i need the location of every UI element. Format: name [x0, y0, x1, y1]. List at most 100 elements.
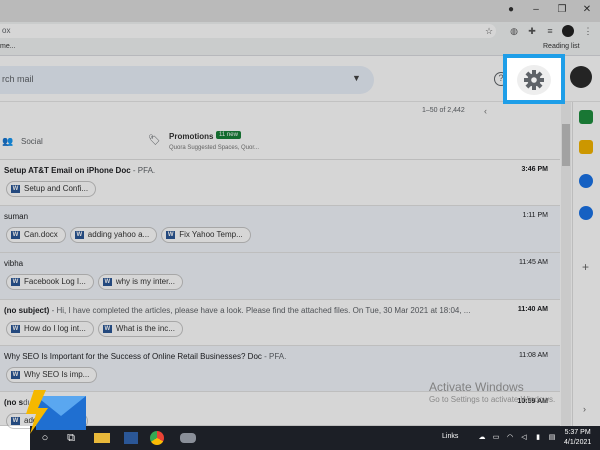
account-avatar[interactable]: [570, 66, 592, 88]
chevron-right-icon[interactable]: ›: [583, 404, 586, 414]
attachment-name: why is my inter...: [115, 277, 175, 286]
settings-highlight[interactable]: [503, 54, 565, 104]
email-subject: vibha: [4, 259, 24, 268]
attachment-chip[interactable]: Wwhy is my inter...: [97, 274, 183, 290]
scrollbar[interactable]: [561, 102, 571, 426]
word-doc-icon: W: [11, 417, 20, 425]
keep-icon[interactable]: [579, 140, 593, 154]
wifi-icon[interactable]: ◠: [506, 431, 514, 445]
email-subject: Why SEO Is Important for the Success of …: [4, 352, 262, 361]
file-explorer-icon[interactable]: [94, 433, 110, 443]
word-doc-icon: W: [166, 231, 176, 239]
attachment-name: Fix Yahoo Temp...: [179, 230, 243, 239]
chrome-app-icon[interactable]: [150, 431, 164, 445]
attachment-list: W How do I log int... W What is the inc...: [6, 321, 187, 337]
volume-icon[interactable]: ◁: [520, 431, 528, 445]
email-time: 3:46 PM: [521, 166, 548, 173]
email-summary: suman: [4, 212, 28, 221]
media-queue-icon[interactable]: ≡: [544, 25, 556, 37]
attachment-name: Setup and Confi...: [24, 184, 89, 193]
bookmark-item[interactable]: me...: [0, 43, 16, 50]
email-snippet: - PFA.: [261, 352, 287, 361]
extensions-puzzle-icon[interactable]: ✚: [526, 25, 538, 37]
add-addon-icon[interactable]: +: [582, 260, 589, 274]
attachment-chip[interactable]: W Facebook Log I...: [6, 274, 94, 290]
minimize-icon[interactable]: –: [529, 3, 543, 17]
email-time: 11:08 AM: [518, 352, 548, 359]
attachment-name: Facebook Log I...: [24, 277, 86, 286]
close-icon[interactable]: ✕: [580, 3, 594, 17]
attachment-chip[interactable]: W Can.docx: [6, 227, 66, 243]
email-summary: vibha: [4, 259, 23, 268]
contacts-icon[interactable]: [579, 206, 593, 220]
attachment-chip[interactable]: Wadding yahoo a...: [69, 227, 158, 243]
attachment-name: adding yahoo a...: [87, 230, 150, 239]
promotions-subtitle: Quora Suggested Spaces, Quor...: [169, 145, 260, 151]
bookmark-star-icon[interactable]: ☆: [483, 25, 495, 37]
browser-toolbar: ox ☆ ◍ ✚ ≡ ⋮: [0, 22, 600, 40]
settings-button[interactable]: [517, 65, 551, 95]
extension-globe-icon[interactable]: ◍: [508, 25, 520, 37]
onedrive-icon[interactable]: ☁: [478, 431, 486, 445]
new-count-badge: 11 new: [216, 131, 241, 139]
tasks-icon[interactable]: [579, 174, 593, 188]
pagination-count: 1–50 of 2,442: [422, 107, 465, 114]
email-time: 11:45 AM: [518, 259, 548, 266]
attachment-name: Can.docx: [24, 230, 58, 239]
word-doc-icon: W: [11, 231, 20, 239]
scroll-thumb[interactable]: [562, 124, 570, 166]
email-row[interactable]: (no subject) - Hi, I have completed the …: [0, 300, 560, 346]
email-subject: (no subject): [4, 306, 50, 315]
search-input[interactable]: rch mail: [2, 74, 34, 84]
restore-icon[interactable]: ❐: [555, 3, 569, 17]
settings-gear-icon[interactable]: [517, 65, 551, 95]
word-doc-icon: W: [11, 185, 20, 193]
attachment-chip[interactable]: W Setup and Confi...: [6, 181, 97, 197]
category-tabs: 👥 Social 🏷 Promotions 11 new Quora Sugge…: [0, 122, 560, 160]
browser-title-bar: ● – ❐ ✕: [0, 0, 600, 22]
people-icon: 👥: [2, 136, 14, 146]
email-row[interactable]: vibha 11:45 AM W Facebook Log I... Wwhy is m…: [0, 253, 560, 300]
profile-menu-icon[interactable]: ●: [504, 3, 518, 17]
email-row[interactable]: suman 1:11 PM W Can.docx Wadding yahoo a... W…: [0, 206, 560, 253]
attachment-chip[interactable]: W How do I log int...: [6, 321, 94, 337]
word-doc-icon: W: [74, 231, 84, 239]
email-subject: (no s: [4, 398, 24, 407]
address-bar[interactable]: ox: [0, 24, 496, 38]
chrome-menu-icon[interactable]: ⋮: [582, 25, 594, 37]
attachment-chip[interactable]: W Fix Yahoo Temp...: [161, 227, 251, 243]
app-icon[interactable]: [180, 433, 196, 443]
email-snippet: - Hi, I have completed the articles, ple…: [49, 306, 471, 315]
email-subject: suman: [4, 212, 29, 221]
mail-logo-icon: [26, 390, 86, 434]
tab-promotions[interactable]: Promotions: [169, 132, 213, 141]
clock[interactable]: 5:37 PM 4/1/2021: [564, 428, 591, 448]
clock-time: 5:37 PM: [564, 429, 591, 436]
attachment-chip[interactable]: W What is the inc...: [97, 321, 183, 337]
chevron-left-icon[interactable]: ‹: [484, 106, 487, 116]
battery-icon[interactable]: ▮: [534, 431, 542, 445]
language-icon[interactable]: ▤: [548, 431, 556, 445]
attachment-list: W Can.docx Wadding yahoo a... W Fix Yahoo Te…: [6, 227, 255, 243]
reading-list-button[interactable]: Reading list: [543, 43, 580, 50]
profile-avatar-icon[interactable]: [562, 25, 574, 37]
activate-windows-title: Activate Windows: [429, 380, 524, 394]
email-summary: Why SEO Is Important for the Success of …: [4, 352, 286, 361]
side-panel: + ›: [572, 102, 600, 426]
links-toolbar[interactable]: Links: [442, 433, 458, 440]
tag-icon: 🏷: [148, 135, 161, 146]
word-doc-icon: W: [102, 325, 112, 333]
search-options-icon[interactable]: ▼: [352, 73, 361, 83]
calendar-icon[interactable]: [579, 110, 593, 124]
word-app-icon[interactable]: [124, 432, 138, 444]
attachment-chip[interactable]: W Why SEO Is imp...: [6, 367, 98, 383]
attachment-name: What is the inc...: [115, 324, 175, 333]
email-subject: Setup AT&T Email on iPhone Doc: [4, 166, 131, 175]
email-snippet: - PFA.: [130, 166, 156, 175]
search-bar[interactable]: rch mail ▼: [0, 66, 374, 94]
tab-social[interactable]: Social: [21, 137, 43, 146]
email-summary: (no subject) - Hi, I have completed the …: [4, 306, 470, 315]
email-row[interactable]: Setup AT&T Email on iPhone Doc - PFA. 3:4…: [0, 160, 560, 206]
network-icon[interactable]: ▭: [492, 431, 500, 445]
email-summary: Setup AT&T Email on iPhone Doc - PFA.: [4, 166, 155, 175]
